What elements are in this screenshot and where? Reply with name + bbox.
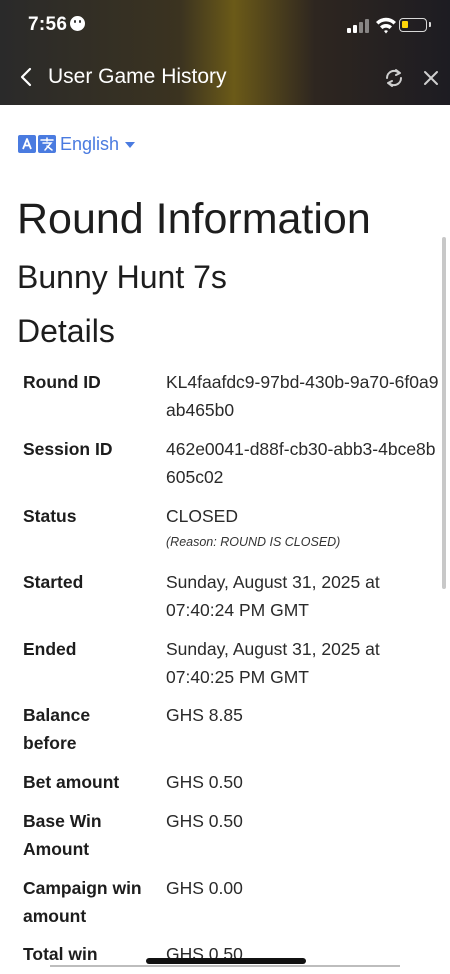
caret-down-icon xyxy=(125,142,136,148)
heading-game-name: Bunny Hunt 7s xyxy=(17,259,227,295)
browser-bottom-divider xyxy=(50,965,400,967)
detail-value: KL4faafdc9-97bd-430b-9a70-6f0a9ab465b0 xyxy=(166,372,439,420)
status-text: CLOSED xyxy=(166,506,238,526)
main-content: English Round Information Bunny Hunt 7s … xyxy=(0,105,450,974)
detail-label: Base Win Amount xyxy=(23,811,102,859)
language-selector[interactable]: English xyxy=(18,133,136,154)
detail-value: 462e0041-d88f-cb30-abb3-4bce8b605c02 xyxy=(166,439,436,487)
detail-label: Bet amount xyxy=(23,772,120,792)
detail-label: Round ID xyxy=(23,372,101,392)
detail-label: Ended xyxy=(23,639,77,659)
detail-label: Started xyxy=(23,572,84,592)
heading-details: Details xyxy=(17,313,115,349)
status-reason: (Reason: ROUND IS CLOSED) xyxy=(166,535,341,549)
clock: 7:56 xyxy=(28,14,86,36)
close-icon[interactable] xyxy=(420,67,442,89)
home-indicator[interactable] xyxy=(146,958,306,964)
app-header: 7:56 User Game History xyxy=(0,0,450,105)
language-label: English xyxy=(60,133,120,154)
detail-label: Balance before xyxy=(23,705,91,753)
refresh-icon[interactable] xyxy=(382,66,406,90)
detail-label: Total win xyxy=(23,944,98,964)
detail-value: GHS 0.00 xyxy=(166,878,243,898)
translate-icon xyxy=(18,135,56,153)
scrollbar[interactable] xyxy=(442,237,446,589)
battery-icon xyxy=(399,18,431,32)
cellular-signal-icon xyxy=(347,19,373,33)
chevron-left-icon[interactable] xyxy=(16,65,36,89)
detail-label: Campaign win amount xyxy=(23,878,142,926)
status-bar: 7:56 xyxy=(0,0,450,52)
page-title: User Game History xyxy=(48,65,227,88)
detail-label: Session ID xyxy=(23,439,113,459)
wifi-icon xyxy=(376,17,396,34)
navigation-bar: User Game History xyxy=(0,52,450,105)
detail-value-status: CLOSED (Reason: ROUND IS CLOSED) xyxy=(166,502,441,552)
detail-value: GHS 0.50 xyxy=(166,772,243,792)
focus-mode-icon xyxy=(70,16,86,31)
detail-value: GHS 8.85 xyxy=(166,705,243,725)
heading-round-information: Round Information xyxy=(17,195,371,243)
detail-value: Sunday, August 31, 2025 at 07:40:24 PM G… xyxy=(166,572,380,620)
detail-value: GHS 0.50 xyxy=(166,811,243,831)
detail-label: Status xyxy=(23,506,77,526)
detail-value: Sunday, August 31, 2025 at 07:40:25 PM G… xyxy=(166,639,380,687)
